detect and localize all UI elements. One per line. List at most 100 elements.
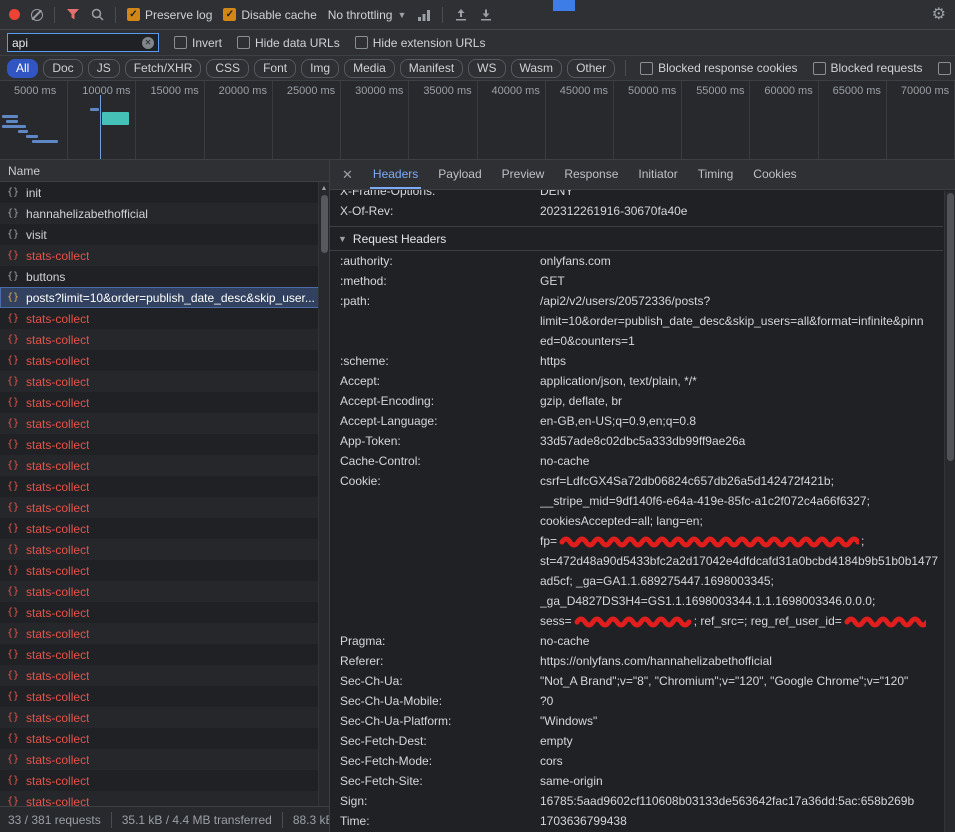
filter-input-box[interactable]: ✕ xyxy=(7,33,159,52)
type-filter-chip-font[interactable]: Font xyxy=(254,59,296,78)
request-row[interactable]: {}stats-collect xyxy=(0,518,329,539)
disable-cache-checkbox[interactable]: Disable cache xyxy=(223,8,316,22)
request-row[interactable]: {}stats-collect xyxy=(0,413,329,434)
request-row[interactable]: {}visit xyxy=(0,224,329,245)
request-row[interactable]: {}stats-collect xyxy=(0,245,329,266)
filter-option-3rd-party-requests[interactable]: 3rd-party requests xyxy=(938,61,955,75)
network-conditions-icon[interactable] xyxy=(417,9,431,21)
scrollbar-thumb[interactable] xyxy=(321,195,328,253)
network-main-area: Name {}init{}hannahelizabethofficial{}vi… xyxy=(0,160,955,832)
header-row: App-Token:33d57ade8c02dbc5a333db99ff9ae2… xyxy=(330,431,943,451)
type-filter-chip-all[interactable]: All xyxy=(7,59,38,78)
request-row[interactable]: {}stats-collect xyxy=(0,644,329,665)
preserve-log-checkbox[interactable]: Preserve log xyxy=(127,8,212,22)
checkbox-unchecked-icon[interactable] xyxy=(174,36,187,49)
request-row[interactable]: {}stats-collect xyxy=(0,560,329,581)
request-row[interactable]: {}posts?limit=10&order=publish_date_desc… xyxy=(0,287,329,308)
hide-data-urls-checkbox[interactable]: Hide data URLs xyxy=(237,36,340,50)
type-filter-chip-css[interactable]: CSS xyxy=(206,59,249,78)
tab-response[interactable]: Response xyxy=(554,160,628,189)
request-row[interactable]: {}init xyxy=(0,182,329,203)
request-row[interactable]: {}stats-collect xyxy=(0,476,329,497)
name-column-header[interactable]: Name xyxy=(0,160,329,182)
request-row[interactable]: {}stats-collect xyxy=(0,308,329,329)
request-row[interactable]: {}stats-collect xyxy=(0,623,329,644)
request-row[interactable]: {}stats-collect xyxy=(0,665,329,686)
request-row[interactable]: {}stats-collect xyxy=(0,539,329,560)
request-row[interactable]: {}stats-collect xyxy=(0,371,329,392)
type-filter-chip-manifest[interactable]: Manifest xyxy=(400,59,463,78)
filter-option-blocked-requests[interactable]: Blocked requests xyxy=(813,61,923,75)
type-filter-bar: All Doc JS Fetch/XHRCSS Font Img Media Manifest… xyxy=(0,56,955,81)
throttling-select[interactable]: No throttling ▼ xyxy=(328,8,407,22)
request-row[interactable]: {}stats-collect xyxy=(0,350,329,371)
request-list-scrollbar[interactable]: ▲ xyxy=(318,182,329,806)
export-har-icon[interactable] xyxy=(479,8,493,22)
hide-extension-urls-checkbox[interactable]: Hide extension URLs xyxy=(355,36,486,50)
checkbox-unchecked-icon[interactable] xyxy=(938,62,951,75)
request-row[interactable]: {}stats-collect xyxy=(0,434,329,455)
request-row[interactable]: {}buttons xyxy=(0,266,329,287)
request-name: buttons xyxy=(26,270,65,284)
checkbox-unchecked-icon[interactable] xyxy=(355,36,368,49)
request-row[interactable]: {}stats-collect xyxy=(0,497,329,518)
request-row[interactable]: {}stats-collect xyxy=(0,455,329,476)
header-row: Sec-Fetch-Dest:empty xyxy=(330,731,943,751)
hide-extension-urls-label: Hide extension URLs xyxy=(373,36,486,50)
search-icon[interactable] xyxy=(91,8,104,21)
checkbox-checked-icon[interactable] xyxy=(127,8,140,21)
type-filter-chip-fetchxhr[interactable]: Fetch/XHR xyxy=(125,59,202,78)
request-row[interactable]: {}stats-collect xyxy=(0,707,329,728)
redaction-scribble xyxy=(574,615,692,629)
request-row[interactable]: {}stats-collect xyxy=(0,686,329,707)
overview-tick-label: 35000 ms xyxy=(409,81,477,159)
import-har-icon[interactable] xyxy=(454,8,468,22)
request-row[interactable]: {}stats-collect xyxy=(0,749,329,770)
filter-icon[interactable] xyxy=(66,8,80,21)
request-row[interactable]: {}stats-collect xyxy=(0,728,329,749)
type-filter-chip-ws[interactable]: WS xyxy=(468,59,505,78)
request-name: init xyxy=(26,186,41,200)
filter-option-blocked-response-cookies[interactable]: Blocked response cookies xyxy=(640,61,797,75)
timeline-overview[interactable]: 5000 ms10000 ms15000 ms20000 ms25000 ms3… xyxy=(0,81,955,160)
scrollbar-thumb[interactable] xyxy=(947,193,954,461)
clear-network-log-button[interactable] xyxy=(31,9,43,21)
type-filter-chip-img[interactable]: Img xyxy=(301,59,339,78)
tab-timing[interactable]: Timing xyxy=(688,160,744,189)
request-type-icon: {} xyxy=(7,544,19,555)
request-row[interactable]: {}stats-collect xyxy=(0,770,329,791)
close-icon[interactable]: ✕ xyxy=(342,167,353,183)
tab-preview[interactable]: Preview xyxy=(492,160,555,189)
clear-filter-icon[interactable]: ✕ xyxy=(142,37,154,49)
tab-cookies[interactable]: Cookies xyxy=(743,160,806,189)
checkbox-checked-icon[interactable] xyxy=(223,8,236,21)
checkbox-unchecked-icon[interactable] xyxy=(813,62,826,75)
request-row[interactable]: {}stats-collect xyxy=(0,791,329,806)
filter-input[interactable] xyxy=(12,36,138,50)
type-filter-chip-doc[interactable]: Doc xyxy=(43,59,82,78)
request-row[interactable]: {}hannahelizabethofficial xyxy=(0,203,329,224)
settings-gear-icon[interactable]: ⚙ xyxy=(932,7,946,23)
overview-tick-label: 15000 ms xyxy=(136,81,204,159)
header-row: :method:GET xyxy=(330,271,943,291)
checkbox-unchecked-icon[interactable] xyxy=(237,36,250,49)
request-row[interactable]: {}stats-collect xyxy=(0,581,329,602)
type-filter-chip-media[interactable]: Media xyxy=(344,59,395,78)
checkbox-unchecked-icon[interactable] xyxy=(640,62,653,75)
details-scrollbar[interactable] xyxy=(944,191,955,832)
type-filter-chip-wasm[interactable]: Wasm xyxy=(511,59,563,78)
tab-headers[interactable]: Headers xyxy=(363,160,428,189)
request-row[interactable]: {}stats-collect xyxy=(0,329,329,350)
header-value: no-cache xyxy=(540,631,943,651)
tab-payload[interactable]: Payload xyxy=(428,160,491,189)
request-headers-section[interactable]: ▼ Request Headers xyxy=(330,226,943,251)
request-row[interactable]: {}stats-collect xyxy=(0,602,329,623)
type-filter-chip-other[interactable]: Other xyxy=(567,59,615,78)
scroll-up-arrow-icon[interactable]: ▲ xyxy=(319,182,329,192)
record-network-log-button[interactable] xyxy=(9,9,20,20)
invert-checkbox[interactable]: Invert xyxy=(174,36,222,50)
request-name: stats-collect xyxy=(26,501,89,515)
request-row[interactable]: {}stats-collect xyxy=(0,392,329,413)
tab-initiator[interactable]: Initiator xyxy=(628,160,687,189)
type-filter-chip-js[interactable]: JS xyxy=(88,59,120,78)
